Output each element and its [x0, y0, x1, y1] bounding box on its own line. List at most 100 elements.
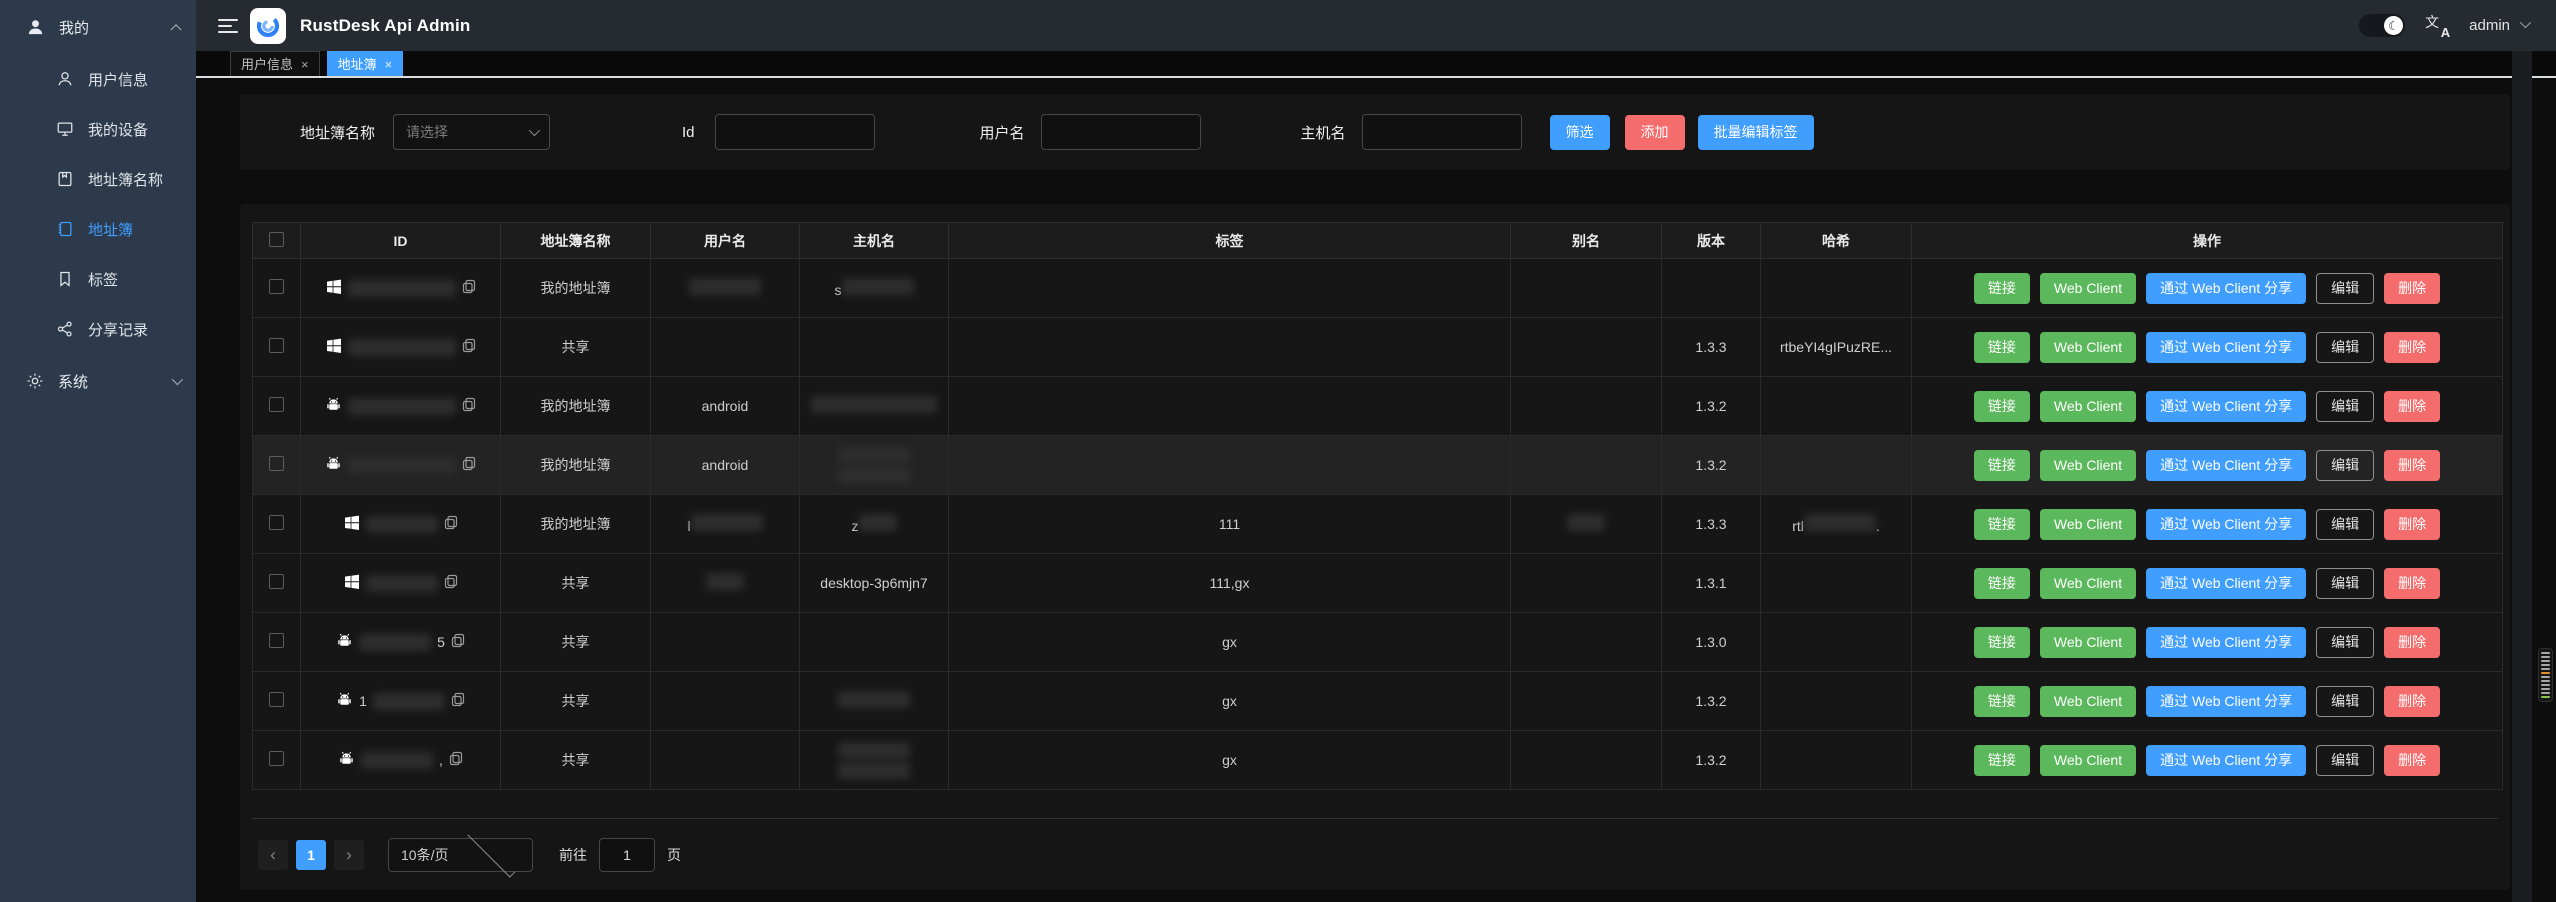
edit-button[interactable]: 编辑 [2316, 745, 2374, 776]
share-web-client-button[interactable]: 通过 Web Client 分享 [2146, 391, 2306, 422]
row-checkbox[interactable] [269, 751, 284, 766]
web-client-button[interactable]: Web Client [2040, 745, 2136, 776]
edit-button[interactable]: 编辑 [2316, 450, 2374, 481]
share-web-client-button[interactable]: 通过 Web Client 分享 [2146, 745, 2306, 776]
addressbook-name-select[interactable]: 请选择 [393, 114, 550, 150]
link-button[interactable]: 链接 [1974, 391, 2030, 422]
share-web-client-button[interactable]: 通过 Web Client 分享 [2146, 686, 2306, 717]
row-checkbox[interactable] [269, 279, 284, 294]
batch-edit-tags-button[interactable]: 批量编辑标签 [1698, 115, 1814, 150]
delete-button[interactable]: 删除 [2384, 627, 2440, 658]
row-checkbox[interactable] [269, 633, 284, 648]
link-button[interactable]: 链接 [1974, 273, 2030, 304]
addressbook-name-cell: 共享 [501, 554, 651, 613]
share-web-client-button[interactable]: 通过 Web Client 分享 [2146, 273, 2306, 304]
tab-地址簿[interactable]: 地址簿× [327, 51, 404, 76]
web-client-button[interactable]: Web Client [2040, 391, 2136, 422]
edit-button[interactable]: 编辑 [2316, 568, 2374, 599]
table-row: 5共享gx1.3.0链接Web Client通过 Web Client 分享编辑… [253, 613, 2503, 672]
sidebar-group-我的[interactable]: 我的 [0, 0, 196, 54]
delete-button[interactable]: 删除 [2384, 568, 2440, 599]
share-web-client-button[interactable]: 通过 Web Client 分享 [2146, 332, 2306, 363]
link-button[interactable]: 链接 [1974, 450, 2030, 481]
delete-button[interactable]: 删除 [2384, 273, 2440, 304]
edit-button[interactable]: 编辑 [2316, 686, 2374, 717]
sidebar-item-地址簿[interactable]: 地址簿 [0, 204, 196, 254]
row-checkbox[interactable] [269, 397, 284, 412]
language-icon[interactable]: 文A [2425, 14, 2449, 38]
link-button[interactable]: 链接 [1974, 686, 2030, 717]
link-button[interactable]: 链接 [1974, 509, 2030, 540]
version-cell: 1.3.2 [1662, 731, 1761, 790]
copy-icon[interactable] [449, 751, 463, 769]
add-button[interactable]: 添加 [1625, 115, 1685, 150]
web-client-button[interactable]: Web Client [2040, 509, 2136, 540]
row-checkbox[interactable] [269, 338, 284, 353]
addressbook-name-cell: 共享 [501, 731, 651, 790]
delete-button[interactable]: 删除 [2384, 450, 2440, 481]
share-web-client-button[interactable]: 通过 Web Client 分享 [2146, 509, 2306, 540]
user-menu[interactable]: admin [2469, 17, 2528, 34]
copy-icon[interactable] [444, 574, 458, 592]
goto-page-input[interactable] [599, 838, 655, 872]
link-button[interactable]: 链接 [1974, 627, 2030, 658]
filter-button[interactable]: 筛选 [1550, 115, 1610, 150]
page-1-button[interactable]: 1 [296, 840, 326, 870]
prev-page-button[interactable]: ‹ [258, 840, 288, 870]
row-checkbox[interactable] [269, 515, 284, 530]
page-size-select[interactable]: 10条/页 [388, 838, 533, 872]
web-client-button[interactable]: Web Client [2040, 332, 2136, 363]
sidebar-item-我的设备[interactable]: 我的设备 [0, 104, 196, 154]
sidebar-item-分享记录[interactable]: 分享记录 [0, 304, 196, 354]
redacted-text [838, 447, 910, 464]
share-web-client-button[interactable]: 通过 Web Client 分享 [2146, 627, 2306, 658]
username-input[interactable] [1041, 114, 1201, 150]
collapse-menu-icon[interactable] [218, 19, 238, 33]
link-button[interactable]: 链接 [1974, 745, 2030, 776]
tab-用户信息[interactable]: 用户信息× [230, 51, 320, 76]
share-web-client-button[interactable]: 通过 Web Client 分享 [2146, 450, 2306, 481]
edit-button[interactable]: 编辑 [2316, 273, 2374, 304]
web-client-button[interactable]: Web Client [2040, 273, 2136, 304]
copy-icon[interactable] [462, 456, 476, 474]
close-icon[interactable]: × [385, 52, 393, 77]
web-client-button[interactable]: Web Client [2040, 686, 2136, 717]
edit-button[interactable]: 编辑 [2316, 509, 2374, 540]
copy-icon[interactable] [462, 397, 476, 415]
delete-button[interactable]: 删除 [2384, 745, 2440, 776]
copy-icon[interactable] [462, 279, 476, 297]
select-all-checkbox[interactable] [269, 232, 284, 247]
hostname-cell: desktop-3p6mjn7 [800, 554, 949, 613]
row-checkbox[interactable] [269, 692, 284, 707]
scrollbar-track[interactable] [2512, 51, 2532, 902]
close-icon[interactable]: × [301, 52, 309, 77]
edit-button[interactable]: 编辑 [2316, 391, 2374, 422]
web-client-button[interactable]: Web Client [2040, 627, 2136, 658]
share-web-client-button[interactable]: 通过 Web Client 分享 [2146, 568, 2306, 599]
web-client-button[interactable]: Web Client [2040, 450, 2136, 481]
row-checkbox[interactable] [269, 456, 284, 471]
edit-button[interactable]: 编辑 [2316, 332, 2374, 363]
hostname-input[interactable] [1362, 114, 1522, 150]
link-button[interactable]: 链接 [1974, 568, 2030, 599]
sidebar-item-地址簿名称[interactable]: 地址簿名称 [0, 154, 196, 204]
delete-button[interactable]: 删除 [2384, 332, 2440, 363]
edit-button[interactable]: 编辑 [2316, 627, 2374, 658]
next-page-button[interactable]: › [334, 840, 364, 870]
row-checkbox[interactable] [269, 574, 284, 589]
delete-button[interactable]: 删除 [2384, 686, 2440, 717]
id-input[interactable] [715, 114, 875, 150]
sidebar-group-系统[interactable]: 系统 [0, 354, 196, 408]
link-button[interactable]: 链接 [1974, 332, 2030, 363]
sidebar-item-用户信息[interactable]: 用户信息 [0, 54, 196, 104]
hash-cell [1761, 259, 1912, 318]
web-client-button[interactable]: Web Client [2040, 568, 2136, 599]
copy-icon[interactable] [451, 692, 465, 710]
copy-icon[interactable] [462, 338, 476, 356]
theme-toggle[interactable]: ☾ [2359, 14, 2405, 37]
delete-button[interactable]: 删除 [2384, 391, 2440, 422]
copy-icon[interactable] [451, 633, 465, 651]
sidebar-item-标签[interactable]: 标签 [0, 254, 196, 304]
copy-icon[interactable] [444, 515, 458, 533]
delete-button[interactable]: 删除 [2384, 509, 2440, 540]
